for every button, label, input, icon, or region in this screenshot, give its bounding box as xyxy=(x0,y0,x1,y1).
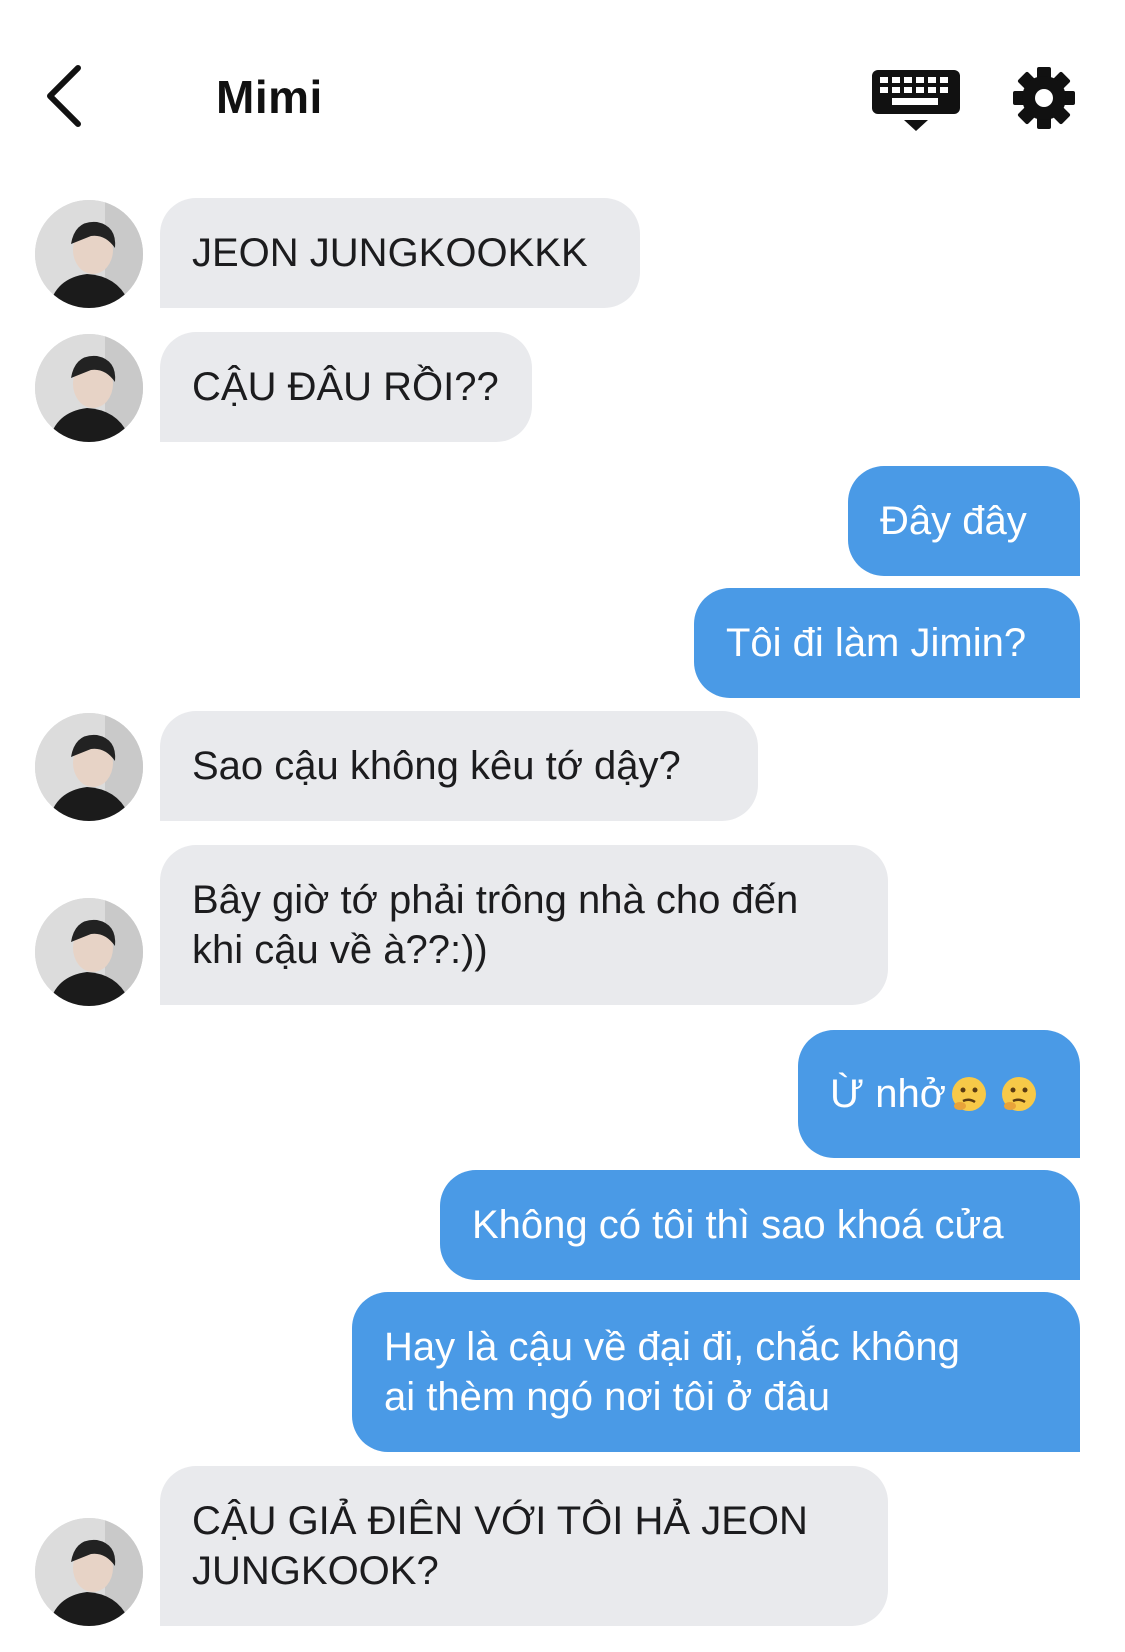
avatar[interactable] xyxy=(35,200,143,308)
message-bubble[interactable]: Sao cậu không kêu tớ dậy? xyxy=(160,711,758,821)
avatar[interactable] xyxy=(35,713,143,821)
message-bubble[interactable]: Ừ nhở xyxy=(798,1030,1080,1158)
message-bubble[interactable]: CẬU GIẢ ĐIÊN VỚI TÔI HẢ JEON JUNGKOOK? xyxy=(160,1466,888,1626)
back-button[interactable] xyxy=(38,62,98,132)
message-bubble[interactable]: CẬU ĐÂU RỒI?? xyxy=(160,332,532,442)
avatar-photo xyxy=(35,200,143,308)
avatar[interactable] xyxy=(35,898,143,1006)
avatar[interactable] xyxy=(35,334,143,442)
keyboard-icon xyxy=(872,70,960,131)
avatar-photo xyxy=(35,334,143,442)
thinking-face-icon xyxy=(1002,1077,1036,1111)
gear-icon xyxy=(1013,67,1075,129)
avatar-photo xyxy=(35,1518,143,1626)
chat-title: Mimi xyxy=(216,71,323,123)
settings-button[interactable] xyxy=(1012,66,1076,130)
avatar[interactable] xyxy=(35,1518,143,1626)
message-bubble[interactable]: Bây giờ tớ phải trông nhà cho đến khi cậ… xyxy=(160,845,888,1005)
avatar-photo xyxy=(35,898,143,1006)
message-bubble[interactable]: Hay là cậu về đại đi, chắc không ai thèm… xyxy=(352,1292,1080,1452)
message-text: Ừ nhở xyxy=(830,1072,946,1116)
keyboard-button[interactable] xyxy=(870,68,962,134)
message-bubble[interactable]: Đây đây xyxy=(848,466,1080,576)
thinking-face-icon xyxy=(952,1077,986,1111)
chevron-left-icon xyxy=(47,65,81,127)
message-bubble[interactable]: Tôi đi làm Jimin? xyxy=(694,588,1080,698)
avatar-photo xyxy=(35,713,143,821)
message-bubble[interactable]: JEON JUNGKOOKKK xyxy=(160,198,640,308)
chat-header: Mimi xyxy=(0,0,1125,190)
message-bubble[interactable]: Không có tôi thì sao khoá cửa xyxy=(440,1170,1080,1280)
